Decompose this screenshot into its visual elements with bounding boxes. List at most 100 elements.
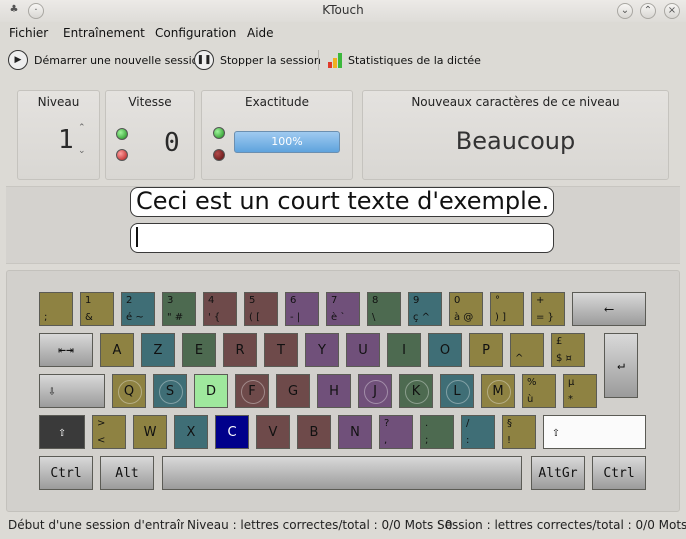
key-2[interactable]: 2é ~ [121, 292, 155, 326]
key-semicolon[interactable]: .; [420, 415, 454, 449]
speed-red-led-icon [116, 149, 128, 161]
key-f[interactable]: F [235, 374, 269, 408]
key-3[interactable]: 3 " # [162, 292, 196, 326]
key-ctrl-left[interactable]: Ctrl [39, 456, 93, 490]
menu-configuration[interactable]: Configuration [155, 26, 236, 40]
speed-green-led-icon [116, 128, 128, 140]
enter-arrow-icon: ↵ [617, 358, 625, 373]
key-h[interactable]: H [317, 374, 351, 408]
key-o[interactable]: O [428, 333, 462, 367]
key-r[interactable]: R [223, 333, 257, 367]
status-session: Session : lettres correctes/total : 0/0 … [437, 518, 686, 532]
key-shift-left[interactable]: ⇧ [39, 415, 85, 449]
key-dollar[interactable]: £ $ ¤ [551, 333, 585, 367]
level-panel: Niveau 1 ⌃ ⌄ [17, 90, 100, 180]
new-characters-title: Nouveaux caractères de ce niveau [411, 95, 620, 109]
key-4[interactable]: 4 ' { [203, 292, 237, 326]
menu-aide[interactable]: Aide [247, 26, 274, 40]
key-e[interactable]: E [182, 333, 216, 367]
key-x[interactable]: X [174, 415, 208, 449]
level-up-arrow-icon[interactable]: ⌃ [78, 123, 86, 133]
shift-left-icon: ⇧ [58, 424, 66, 440]
new-characters-panel: Nouveaux caractères de ce niveau Beaucou… [362, 90, 669, 180]
key-percent[interactable]: % ù [522, 374, 556, 408]
key-k[interactable]: K [399, 374, 433, 408]
key-g[interactable]: G [276, 374, 310, 408]
key-m[interactable]: M [481, 374, 515, 408]
stop-session-label: Stopper la session [220, 53, 321, 67]
key-a[interactable]: A [100, 333, 134, 367]
key-z[interactable]: Z [141, 333, 175, 367]
key-tab[interactable]: ⇤⇥ [39, 333, 93, 367]
key-q[interactable]: Q [112, 374, 146, 408]
key-l[interactable]: L [440, 374, 474, 408]
key-6[interactable]: 6- | [285, 292, 319, 326]
close-button[interactable]: × [664, 3, 680, 19]
key-n[interactable]: N [338, 415, 372, 449]
statistics-button[interactable]: Statistiques de la dictée [328, 50, 481, 70]
new-characters-value: Beaucoup [455, 127, 576, 155]
key-altgr[interactable]: AltGr [531, 456, 585, 490]
speed-title: Vitesse [128, 95, 172, 109]
play-icon: ▶ [8, 50, 28, 70]
key-i[interactable]: I [387, 333, 421, 367]
key-c[interactable]: C [215, 415, 249, 449]
key-less-than[interactable]: > < [92, 415, 126, 449]
key-7[interactable]: 7è ` [326, 292, 360, 326]
key-u[interactable]: U [346, 333, 380, 367]
typing-input[interactable] [130, 223, 554, 253]
statistics-label: Statistiques de la dictée [348, 53, 481, 67]
level-title: Niveau [37, 95, 80, 109]
stop-session-button[interactable]: ❚❚ Stopper la session [194, 50, 321, 70]
maximize-button[interactable]: ⌃ [640, 3, 656, 19]
key-p[interactable]: P [469, 333, 503, 367]
key-5[interactable]: 5( [ [244, 292, 278, 326]
accuracy-green-led-icon [213, 127, 225, 139]
backspace-arrow-icon: ⟵ [605, 301, 613, 317]
speed-panel: Vitesse 0 [105, 90, 195, 180]
shift-right-icon: ⇧ [552, 424, 560, 440]
key-s[interactable]: S [153, 374, 187, 408]
key-alt[interactable]: Alt [100, 456, 154, 490]
key-square[interactable]: ; [39, 292, 73, 326]
menu-entrainement[interactable]: Entraînement [63, 26, 145, 40]
key-j[interactable]: J [358, 374, 392, 408]
key-degree[interactable]: °) ] [490, 292, 524, 326]
key-plus[interactable]: + = } [531, 292, 565, 326]
key-comma[interactable]: ?, [379, 415, 413, 449]
title-bar: ♣ · KTouch ⌄ ⌃ × [0, 0, 686, 22]
key-0[interactable]: 0à @ [449, 292, 483, 326]
toolbar-separator [318, 50, 319, 70]
key-1[interactable]: 1 & [80, 292, 114, 326]
level-down-arrow-icon[interactable]: ⌄ [78, 146, 86, 156]
key-colon[interactable]: /: [461, 415, 495, 449]
key-mu[interactable]: µ * [563, 374, 597, 408]
key-v[interactable]: V [256, 415, 290, 449]
accuracy-red-led-icon [213, 149, 225, 161]
key-w[interactable]: W [133, 415, 167, 449]
status-message: Début d'une session d'entraînem [8, 518, 184, 532]
key-enter[interactable]: ↵ [604, 333, 638, 398]
start-session-button[interactable]: ▶ Démarrer une nouvelle session [8, 50, 205, 70]
key-8[interactable]: 8 \ [367, 292, 401, 326]
key-exclamation[interactable]: §! [502, 415, 536, 449]
key-y[interactable]: Y [305, 333, 339, 367]
level-value: 1 [58, 125, 74, 155]
key-space[interactable] [162, 456, 522, 490]
key-shift-right[interactable]: ⇧ [543, 415, 646, 449]
accuracy-progress-bar: 100% [234, 131, 340, 153]
key-d[interactable]: D [194, 374, 228, 408]
key-caps-lock[interactable]: ⇩ [39, 374, 105, 408]
key-t[interactable]: T [264, 333, 298, 367]
sample-text: Ceci est un court texte d'exemple. [130, 187, 554, 217]
key-caret[interactable]: ^ [510, 333, 544, 367]
status-bar: Début d'une session d'entraînem Niveau :… [0, 514, 686, 539]
minimize-button[interactable]: ⌄ [617, 3, 633, 19]
key-9[interactable]: 9ç ^ [408, 292, 442, 326]
tab-arrows-icon: ⇤⇥ [58, 342, 74, 358]
key-backspace[interactable]: ⟵ [572, 292, 646, 326]
bar-chart-icon [328, 52, 342, 68]
key-ctrl-right[interactable]: Ctrl [592, 456, 646, 490]
menu-fichier[interactable]: Fichier [9, 26, 48, 40]
key-b[interactable]: B [297, 415, 331, 449]
